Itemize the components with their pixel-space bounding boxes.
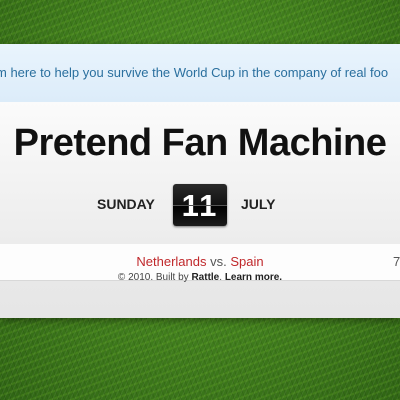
intro-ticker: m here to help you survive the World Cup… [0,44,400,103]
ticker-text: m here to help you survive the World Cup… [0,65,389,80]
rattle-link[interactable]: Rattle [191,272,219,283]
learn-more-link[interactable]: Learn more. [225,272,282,283]
date-number: 11 [181,188,219,223]
page-title: Pretend Fan Machine [13,122,387,164]
grass-background-top [0,0,400,44]
home-team-link[interactable]: Netherlands [136,254,206,269]
flip-divider [173,205,227,206]
away-team-link[interactable]: Spain [230,254,263,269]
footer: © 2010. Built by Rattle. Learn more. [0,272,400,283]
date-row: SUNDAY 11 JULY [0,184,400,228]
copyright-text: © 2010. Built by [117,272,192,283]
match-score-partial: 7 [393,254,400,269]
versus-label: vs. [210,254,227,269]
date-flip-card: 11 [173,184,227,226]
month-label: JULY [241,196,276,212]
match-teams: Netherlands vs. Spain [0,254,400,269]
page: { "ticker": { "text": "m here to help yo… [0,0,400,400]
day-label: SUNDAY [97,196,155,212]
header: Pretend Fan Machine SUNDAY 11 JULY [0,102,400,245]
grass-background-bottom [0,318,400,400]
